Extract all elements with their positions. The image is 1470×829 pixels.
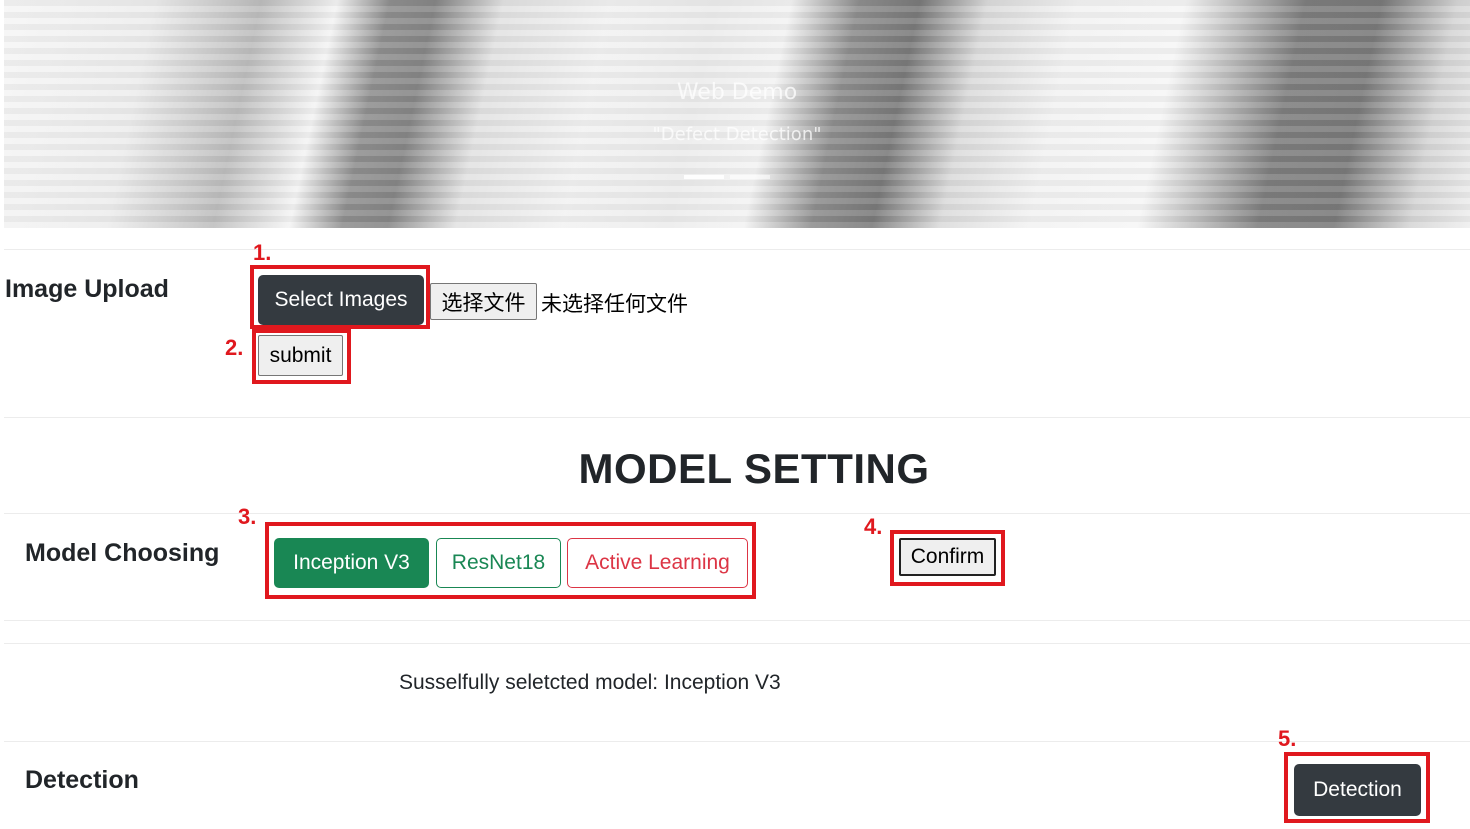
divider	[4, 643, 1470, 644]
divider	[4, 741, 1470, 742]
annotation-box-1	[250, 265, 430, 329]
divider	[4, 620, 1470, 621]
carousel-indicator[interactable]	[684, 175, 724, 179]
annotation-box-2	[252, 329, 351, 384]
annotation-box-3	[265, 522, 756, 599]
annotation-number-5: 5.	[1278, 726, 1297, 751]
detection-label: Detection	[25, 766, 139, 794]
annotation-number-3: 3.	[238, 504, 257, 529]
annotation-box-4	[890, 530, 1005, 586]
carousel-indicator[interactable]	[730, 175, 770, 179]
divider	[4, 249, 1470, 250]
divider	[4, 513, 1470, 514]
annotation-number-2: 2.	[225, 335, 244, 360]
annotation-box-5	[1284, 752, 1430, 823]
file-status-text: 未选择任何文件	[541, 292, 688, 316]
hero-title: Web Demo	[676, 80, 798, 105]
model-status-text: Susselfully seletcted model: Inception V…	[399, 671, 781, 694]
hero-banner: Web Demo "Defect Detection"	[4, 0, 1470, 228]
choose-file-button[interactable]: 选择文件	[430, 283, 537, 320]
divider	[4, 417, 1470, 418]
model-setting-heading: MODEL SETTING	[578, 445, 930, 492]
annotation-number-1: 1.	[253, 240, 272, 265]
carousel-indicators[interactable]	[684, 175, 770, 179]
annotation-number-4: 4.	[864, 514, 883, 539]
image-upload-label: Image Upload	[5, 275, 169, 303]
model-choosing-label: Model Choosing	[25, 539, 220, 567]
hero-subtitle: "Defect Detection"	[652, 124, 822, 145]
